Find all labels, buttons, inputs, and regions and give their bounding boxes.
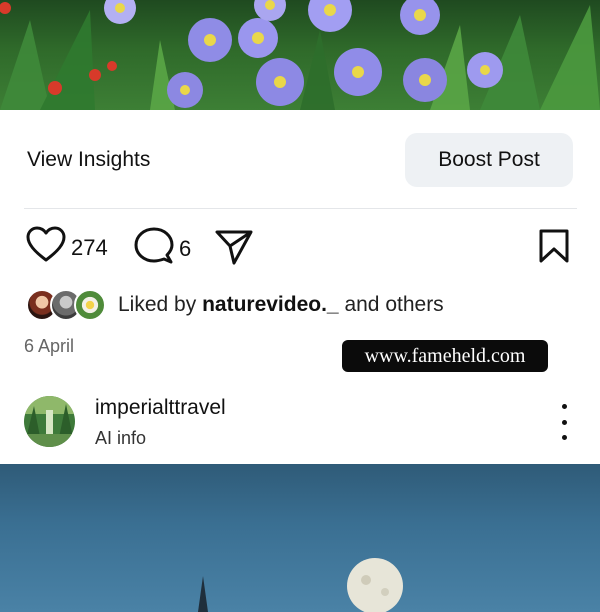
comment-action[interactable]: 6 bbox=[134, 226, 191, 271]
save-action[interactable] bbox=[538, 228, 570, 269]
liker-avatars bbox=[26, 289, 106, 321]
post-subtitle[interactable]: AI info bbox=[95, 428, 146, 449]
comment-count: 6 bbox=[179, 235, 192, 261]
like-count: 274 bbox=[71, 234, 108, 260]
liked-by-username[interactable]: naturevideo._ bbox=[202, 293, 339, 316]
share-action[interactable] bbox=[214, 228, 254, 271]
bookmark-icon[interactable] bbox=[538, 228, 570, 269]
moon-photo bbox=[198, 558, 403, 612]
watermark: www.fameheld.com bbox=[342, 340, 548, 372]
more-options-icon[interactable] bbox=[552, 404, 576, 440]
insights-row: View Insights Boost Post bbox=[0, 110, 600, 208]
view-insights-link[interactable]: View Insights bbox=[27, 148, 150, 172]
next-post-image[interactable] bbox=[0, 464, 600, 612]
avatar bbox=[74, 289, 106, 321]
share-icon[interactable] bbox=[214, 228, 254, 271]
liked-by-suffix[interactable]: and others bbox=[339, 293, 443, 316]
next-post-header: imperialttravel AI info bbox=[0, 392, 600, 456]
like-action[interactable]: 274 bbox=[26, 226, 108, 269]
liked-by-row[interactable]: Liked by naturevideo._ and others bbox=[26, 288, 444, 322]
post-actions: 274 6 bbox=[0, 222, 600, 272]
post-date: 6 April bbox=[24, 336, 75, 356]
heart-icon[interactable] bbox=[26, 226, 66, 269]
avatar[interactable] bbox=[24, 396, 75, 447]
divider bbox=[24, 208, 577, 209]
liked-by-text: Liked by naturevideo._ and others bbox=[118, 293, 444, 317]
flower-photo bbox=[0, 0, 600, 110]
post-image[interactable] bbox=[0, 0, 600, 110]
comment-icon[interactable] bbox=[134, 226, 174, 271]
post-username[interactable]: imperialttravel bbox=[95, 396, 226, 420]
liked-by-prefix: Liked by bbox=[118, 293, 203, 316]
boost-post-button[interactable]: Boost Post bbox=[405, 133, 573, 187]
